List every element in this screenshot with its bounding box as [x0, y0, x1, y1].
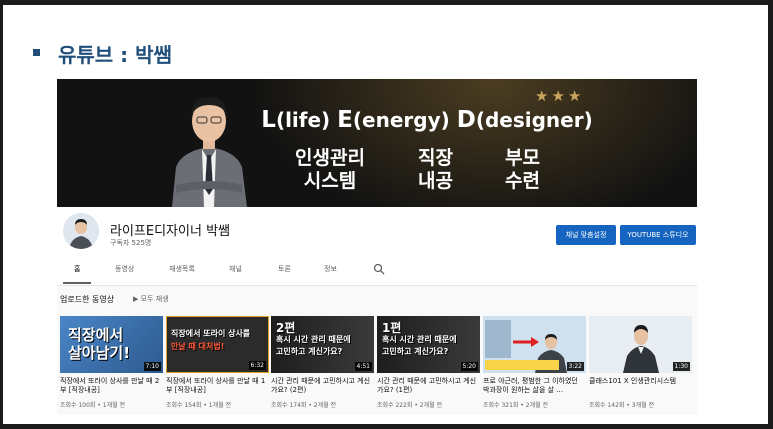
active-tab-indicator [63, 282, 91, 284]
banner-keyword: 인생관리 시스템 [295, 147, 365, 192]
video-thumbnail[interactable]: 직장에서 살아남기! 7:10 [60, 316, 163, 373]
presenter-photo [172, 97, 247, 207]
subscriber-count: 구독자 525명 [110, 239, 152, 247]
video-thumbnail[interactable]: 3:22 [483, 316, 586, 373]
video-meta: 조회수 174회 • 2개월 전 [271, 402, 337, 409]
video-thumbnail[interactable]: 직장에서 또라이 상사를 만날 때 대처법! 6:32 [166, 316, 269, 373]
tab-videos[interactable]: 동영상 [115, 264, 134, 274]
video-meta: 조회수 321회 • 2개월 전 [483, 402, 549, 409]
video-title[interactable]: 프로 야근러, 평범한 그 이하였던 박과장이 원하는 삶을 살 ... [483, 377, 586, 395]
video-meta: 조회수 154회 • 1개월 전 [166, 402, 232, 409]
video-title[interactable]: 시간 관리 때문에 고민하시고 계신가요? (2편) [271, 377, 374, 395]
video-title[interactable]: 직장에서 또라이 상사를 만날 때 2부 [직장내공] [60, 377, 163, 395]
video-duration: 7:10 [143, 362, 161, 371]
video-meta: 조회수 100회 • 1개월 전 [60, 402, 126, 409]
youtube-channel-page: ★★★ L(life) E(energy) D(designer) 인생관리 시… [57, 79, 697, 415]
video-duration: 6:32 [248, 361, 266, 370]
video-thumbnail[interactable]: 1편 혹시 시간 관리 때문에 고민하고 계신가요? 5:20 [377, 316, 480, 373]
tab-channels[interactable]: 채널 [229, 264, 242, 274]
tab-discussion[interactable]: 토론 [278, 264, 291, 274]
video-title[interactable]: 직장에서 또라이 상사를 만날 때 1부 [직장내공] [166, 377, 269, 395]
channel-header: 라이프E디자이너 박쌤 구독자 525명 채널 맞춤설정 YOUTUBE 스튜디… [57, 207, 697, 255]
banner-keyword: 직장 내공 [418, 147, 453, 192]
bullet-marker [33, 49, 40, 56]
search-icon[interactable] [373, 263, 385, 275]
video-card[interactable]: 1편 혹시 시간 관리 때문에 고민하고 계신가요? 5:20 시간 관리 때문… [377, 316, 480, 409]
channel-avatar[interactable] [63, 213, 99, 249]
youtube-studio-button[interactable]: YOUTUBE 스튜디오 [620, 225, 696, 245]
video-meta: 조회수 142회 • 3개월 전 [589, 402, 655, 409]
video-duration: 5:20 [460, 362, 478, 371]
channel-tabs: 홈 동영상 재생목록 채널 토론 정보 [57, 255, 697, 286]
banner-brand-text: L(life) E(energy) D(designer) [261, 107, 593, 133]
tab-about[interactable]: 정보 [324, 264, 337, 274]
play-all-button[interactable]: ▶ 모두 재생 [133, 294, 169, 304]
channel-name: 라이프E디자이너 박쌤 [110, 224, 230, 239]
video-card[interactable]: 1:30 클래스101 X 인생관리시스템 조회수 142회 • 3개월 전 [589, 316, 692, 409]
video-thumbnail[interactable]: 1:30 [589, 316, 692, 373]
avatar-person-icon [63, 213, 99, 249]
channel-banner: ★★★ L(life) E(energy) D(designer) 인생관리 시… [57, 79, 697, 207]
video-duration: 3:22 [566, 362, 584, 371]
video-duration: 1:30 [672, 362, 690, 371]
video-card[interactable]: 2편 혹시 시간 관리 때문에 고민하고 계신가요? 4:51 시간 관리 때문… [271, 316, 374, 409]
video-card[interactable]: 3:22 프로 야근러, 평범한 그 이하였던 박과장이 원하는 삶을 살 ..… [483, 316, 586, 409]
video-meta: 조회수 222회 • 2개월 전 [377, 402, 443, 409]
video-card[interactable]: 직장에서 살아남기! 7:10 직장에서 또라이 상사를 만날 때 2부 [직장… [60, 316, 163, 409]
slide-title: 유튜브 : 박쌤 [58, 43, 172, 67]
customize-channel-button[interactable]: 채널 맞춤설정 [556, 225, 616, 245]
video-card[interactable]: 직장에서 또라이 상사를 만날 때 대처법! 6:32 직장에서 또라이 상사를… [166, 316, 269, 409]
tab-playlists[interactable]: 재생목록 [169, 264, 195, 274]
tab-home[interactable]: 홈 [74, 264, 80, 274]
banner-keyword: 부모 수련 [505, 147, 540, 192]
video-duration: 4:51 [354, 362, 372, 371]
decorative-stars: ★★★ [535, 87, 585, 105]
section-title: 업로드한 동영상 [60, 295, 115, 304]
video-title[interactable]: 클래스101 X 인생관리시스템 [589, 377, 692, 395]
video-thumbnail[interactable]: 2편 혹시 시간 관리 때문에 고민하고 계신가요? 4:51 [271, 316, 374, 373]
video-title[interactable]: 시간 관리 때문에 고민하시고 계신가요? (1편) [377, 377, 480, 395]
